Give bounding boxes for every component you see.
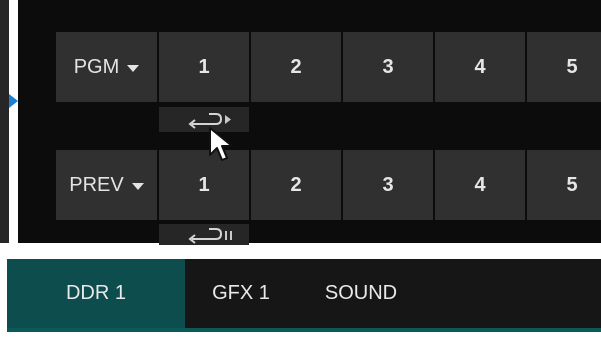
program-source-1-button[interactable]: 1: [159, 32, 249, 102]
program-source-3-button[interactable]: 3: [343, 32, 433, 102]
tab-ddr-1[interactable]: DDR 1: [7, 259, 185, 328]
preview-source-3-button[interactable]: 3: [343, 150, 433, 220]
left-rail: [0, 0, 9, 243]
chevron-down-icon: [127, 64, 140, 72]
preview-bus-row: PREV 1 2 3 4 5: [56, 150, 601, 220]
return-arrow-pause-icon: [188, 227, 232, 244]
tab-bar-underline: [7, 328, 601, 332]
program-source-4-button[interactable]: 4: [435, 32, 525, 102]
preview-source-1-button[interactable]: 1: [159, 150, 249, 220]
preview-source-5-button[interactable]: 5: [527, 150, 601, 220]
program-bus-row: PGM 1 2 3 4 5: [56, 32, 601, 102]
pgm-transition-control[interactable]: [159, 107, 249, 132]
mouse-cursor-icon: [209, 127, 233, 161]
live-switcher-window: PGM 1 2 3 4 5 PREV 1 2 3 4 5 DDR 1 GFX 1…: [0, 0, 601, 349]
program-bus-label: PGM: [73, 55, 120, 78]
expand-marker-icon[interactable]: [9, 94, 18, 108]
program-bus-menu-button[interactable]: PGM: [56, 32, 157, 102]
tab-gfx-1[interactable]: GFX 1: [185, 259, 297, 328]
program-source-2-button[interactable]: 2: [251, 32, 341, 102]
chevron-down-icon: [131, 182, 144, 190]
preview-source-4-button[interactable]: 4: [435, 150, 525, 220]
preview-bus-label: PREV: [69, 173, 124, 196]
program-source-5-button[interactable]: 5: [527, 32, 601, 102]
tab-sound[interactable]: SOUND: [299, 259, 423, 328]
prev-transition-control[interactable]: [159, 224, 249, 245]
preview-source-2-button[interactable]: 2: [251, 150, 341, 220]
media-tab-bar: DDR 1 GFX 1 SOUND: [7, 259, 601, 332]
preview-bus-menu-button[interactable]: PREV: [56, 150, 157, 220]
